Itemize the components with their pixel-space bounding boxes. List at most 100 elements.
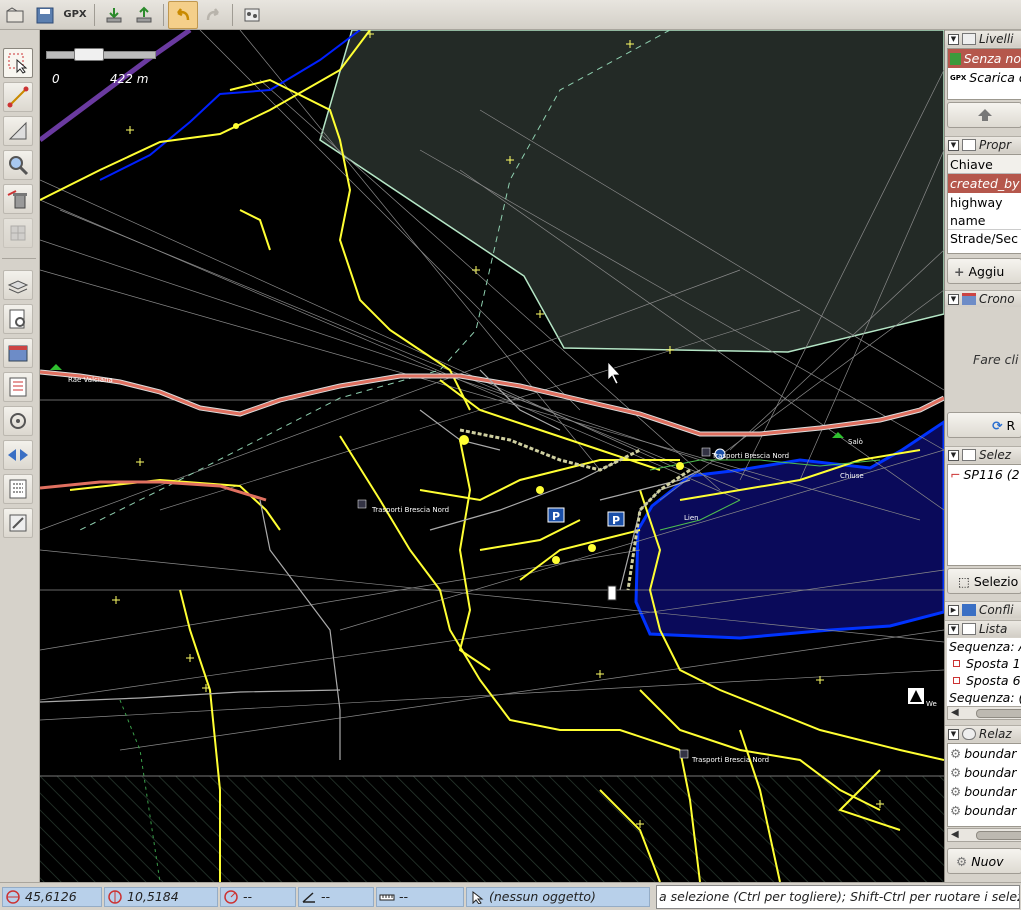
properties-panel-header[interactable]: ▼ Propr bbox=[945, 136, 1021, 153]
scrollbar-thumb[interactable] bbox=[976, 709, 1021, 718]
draw-tool-button[interactable] bbox=[3, 82, 33, 112]
object-icon bbox=[472, 890, 484, 904]
conflict-icon bbox=[8, 449, 28, 461]
fuel-icon[interactable] bbox=[607, 585, 617, 601]
collapse-icon[interactable]: ▼ bbox=[948, 139, 959, 151]
undo-button[interactable] bbox=[168, 0, 198, 29]
latitude-icon bbox=[6, 889, 20, 904]
latitude-field: 45,6126 bbox=[2, 886, 102, 907]
layers-toggle-button[interactable] bbox=[3, 270, 33, 300]
undo-icon bbox=[177, 7, 190, 20]
measure-tool-button[interactable] bbox=[3, 116, 33, 146]
command-group[interactable]: Sequenza: A bbox=[947, 638, 1021, 655]
history-toggle-button[interactable] bbox=[3, 338, 33, 368]
selection-list-toggle-button[interactable] bbox=[3, 372, 33, 402]
selection-panel-header[interactable]: ▼ Selez bbox=[945, 446, 1021, 463]
preferences-button[interactable] bbox=[237, 1, 267, 29]
command-item[interactable]: Sposta 6 bbox=[947, 672, 1021, 689]
select-tool-button[interactable] bbox=[3, 48, 33, 78]
command-list-scrollbar[interactable]: ◀ bbox=[947, 706, 1021, 720]
preferences-icon bbox=[244, 8, 260, 21]
relations-panel-header[interactable]: ▼ Relaz bbox=[945, 725, 1021, 742]
download-button[interactable] bbox=[99, 1, 129, 29]
command-list: Sequenza: A Sposta 1 Sposta 6 Sequenza: … bbox=[947, 638, 1021, 706]
delete-node-icon bbox=[7, 190, 27, 209]
scroll-left-icon[interactable]: ◀ bbox=[951, 829, 959, 840]
select-button[interactable]: ⬚ Selezio bbox=[947, 568, 1021, 594]
layer-item[interactable]: Senza no bbox=[948, 49, 1021, 68]
bus-stop-icon[interactable] bbox=[701, 447, 711, 457]
parking-icon[interactable]: P bbox=[547, 507, 565, 523]
add-tag-button[interactable]: + Aggiu bbox=[947, 258, 1021, 284]
properties-panel-title: Propr bbox=[979, 138, 1012, 152]
expand-icon[interactable]: ▶ bbox=[948, 604, 959, 616]
layer-item[interactable]: GPX Scarica d bbox=[948, 68, 1021, 87]
relations-toggle-button[interactable] bbox=[3, 406, 33, 436]
properties-icon bbox=[9, 309, 25, 329]
collapse-icon[interactable]: ▼ bbox=[948, 449, 959, 461]
properties-toggle-button[interactable] bbox=[3, 304, 33, 334]
status-bar: 45,6126 10,5184 -- -- -- (nessun oggetto… bbox=[0, 882, 1021, 910]
save-button[interactable] bbox=[30, 1, 60, 29]
map-canvas[interactable]: P P bbox=[40, 30, 944, 882]
bus-stop-icon[interactable] bbox=[679, 749, 689, 759]
compass-icon bbox=[224, 889, 238, 904]
relation-item[interactable]: ⚙ boundar bbox=[948, 782, 1021, 801]
move-layer-up-button[interactable] bbox=[947, 102, 1021, 128]
gpx-export-button[interactable]: GPX bbox=[60, 1, 90, 29]
relation-item[interactable]: ⚙ boundar bbox=[948, 763, 1021, 782]
delete-tool-button[interactable] bbox=[3, 184, 33, 214]
conflicts-panel-header[interactable]: ▶ Confli bbox=[945, 601, 1021, 618]
parking-icon[interactable]: P bbox=[607, 511, 625, 527]
collapse-icon[interactable]: ▼ bbox=[948, 293, 959, 305]
history-panel-header[interactable]: ▼ Crono bbox=[945, 290, 1021, 307]
command-group[interactable]: Sequenza: ( bbox=[947, 689, 1021, 706]
column-header-key[interactable]: Chiave bbox=[948, 155, 1021, 174]
longitude-icon bbox=[108, 889, 122, 904]
bus-stop-icon[interactable] bbox=[357, 499, 367, 509]
validator-icon bbox=[9, 514, 27, 532]
tag-key[interactable]: created_by bbox=[948, 174, 1021, 193]
open-file-button[interactable] bbox=[0, 1, 30, 29]
toolbar-separator bbox=[94, 3, 95, 26]
select-icon: ⬚ bbox=[958, 573, 970, 589]
layers-panel-header[interactable]: ▼ Livelli bbox=[945, 30, 1021, 47]
collapse-icon[interactable]: ▼ bbox=[948, 623, 959, 635]
scale-slider-handle[interactable] bbox=[74, 48, 104, 61]
osm-layer-icon bbox=[950, 52, 961, 65]
tree-icon[interactable] bbox=[50, 364, 62, 370]
relations-list-scrollbar[interactable]: ◀ bbox=[947, 828, 1021, 842]
new-relation-button[interactable]: ⚙ Nuov bbox=[947, 848, 1021, 874]
upload-button[interactable] bbox=[129, 1, 159, 29]
download-icon bbox=[106, 7, 122, 22]
tag-key[interactable]: Strade/Sec bbox=[948, 229, 1021, 247]
refresh-history-button[interactable]: ⟳ R bbox=[947, 412, 1021, 438]
scroll-left-icon[interactable]: ◀ bbox=[951, 707, 959, 718]
collapse-icon[interactable]: ▼ bbox=[948, 728, 959, 740]
scale-distance-label: 422 m bbox=[110, 72, 149, 86]
command-stack-panel-header[interactable]: ▼ Lista bbox=[945, 620, 1021, 637]
scrollbar-thumb[interactable] bbox=[976, 831, 1021, 840]
landuse-area[interactable] bbox=[319, 30, 944, 353]
tag-key[interactable]: highway bbox=[948, 193, 1021, 211]
collapse-icon[interactable]: ▼ bbox=[948, 33, 959, 45]
map-label-lien: Lien bbox=[684, 514, 699, 522]
campsite-icon[interactable] bbox=[908, 688, 924, 704]
selection-item[interactable]: ⌐ SP116 (2 bbox=[948, 465, 1021, 484]
relation-item[interactable]: ⚙ boundar bbox=[948, 744, 1021, 763]
redo-icon bbox=[206, 7, 219, 20]
tag-key[interactable]: name bbox=[948, 211, 1021, 229]
command-stack-toggle-button[interactable] bbox=[3, 474, 33, 504]
map-view[interactable]: P P 0 422 m Rae Valciana Trasporti Bresc… bbox=[40, 30, 944, 882]
command-stack-icon bbox=[962, 623, 976, 635]
redo-button[interactable] bbox=[198, 1, 228, 29]
zoom-tool-button[interactable] bbox=[3, 150, 33, 180]
extrude-tool-button[interactable] bbox=[3, 218, 33, 248]
validator-toggle-button[interactable] bbox=[3, 508, 33, 538]
command-item[interactable]: Sposta 1 bbox=[947, 655, 1021, 672]
measure-angle-icon bbox=[8, 121, 27, 140]
command-stack-panel-title: Lista bbox=[979, 622, 1008, 636]
conflict-toggle-button[interactable] bbox=[3, 440, 33, 470]
history-icon bbox=[962, 293, 976, 305]
relation-item[interactable]: ⚙ boundar bbox=[948, 801, 1021, 820]
